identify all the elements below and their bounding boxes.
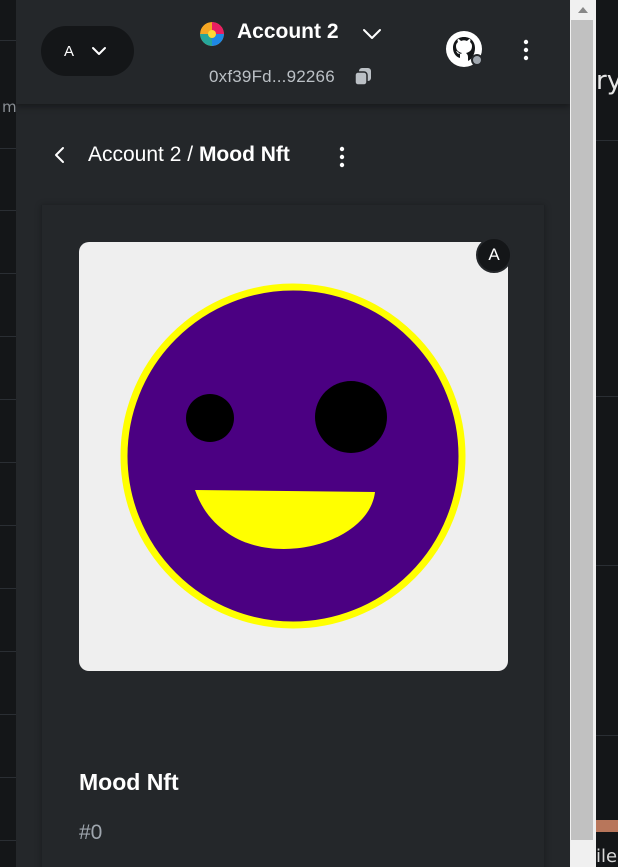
background-page-left: m bbox=[0, 0, 17, 867]
breadcrumb-account[interactable]: Account 2 bbox=[88, 143, 181, 166]
nft-image[interactable] bbox=[79, 242, 508, 671]
background-text-fragment: ile bbox=[596, 846, 618, 867]
account-identicon bbox=[200, 22, 224, 46]
nft-network-badge: A bbox=[476, 237, 512, 273]
github-icon[interactable] bbox=[445, 30, 483, 68]
breadcrumb-separator: / bbox=[187, 143, 194, 166]
account-menu-button[interactable]: Account 2 bbox=[237, 20, 339, 44]
back-arrow-icon[interactable] bbox=[52, 145, 68, 170]
kebab-menu-icon[interactable] bbox=[336, 145, 348, 174]
network-picker-button[interactable]: A bbox=[41, 26, 134, 76]
account-address[interactable]: 0xf39Fd...92266 bbox=[209, 67, 335, 87]
copy-icon[interactable] bbox=[353, 67, 373, 92]
background-page-right: ry ile bbox=[596, 0, 618, 867]
scrollbar-thumb[interactable] bbox=[571, 20, 593, 840]
network-avatar: A bbox=[63, 42, 74, 60]
background-text-fragment: m bbox=[2, 98, 17, 116]
breadcrumb: Account 2 / Mood Nft bbox=[16, 130, 570, 180]
chevron-down-icon[interactable] bbox=[361, 23, 383, 50]
app-header: A Account 2 0xf39Fd...92266 bbox=[16, 0, 570, 104]
breadcrumb-current: Mood Nft bbox=[198, 143, 290, 166]
nft-token-id: #0 bbox=[79, 821, 103, 844]
background-accent-strip bbox=[596, 820, 618, 832]
smiley-face-image bbox=[120, 283, 466, 629]
nft-details-card: A Mood Nft #0 bbox=[41, 205, 545, 867]
scroll-up-arrow-icon[interactable] bbox=[570, 0, 596, 20]
background-text-fragment: ry bbox=[596, 66, 618, 96]
scrollbar[interactable] bbox=[570, 0, 596, 867]
chevron-down-icon bbox=[91, 43, 107, 64]
breadcrumb-text: Account 2 / Mood Nft bbox=[88, 143, 290, 167]
wallet-popup: A Account 2 0xf39Fd...92266 Account 2 / … bbox=[16, 0, 570, 867]
kebab-menu-icon[interactable] bbox=[516, 38, 536, 67]
nft-title: Mood Nft bbox=[79, 769, 179, 795]
